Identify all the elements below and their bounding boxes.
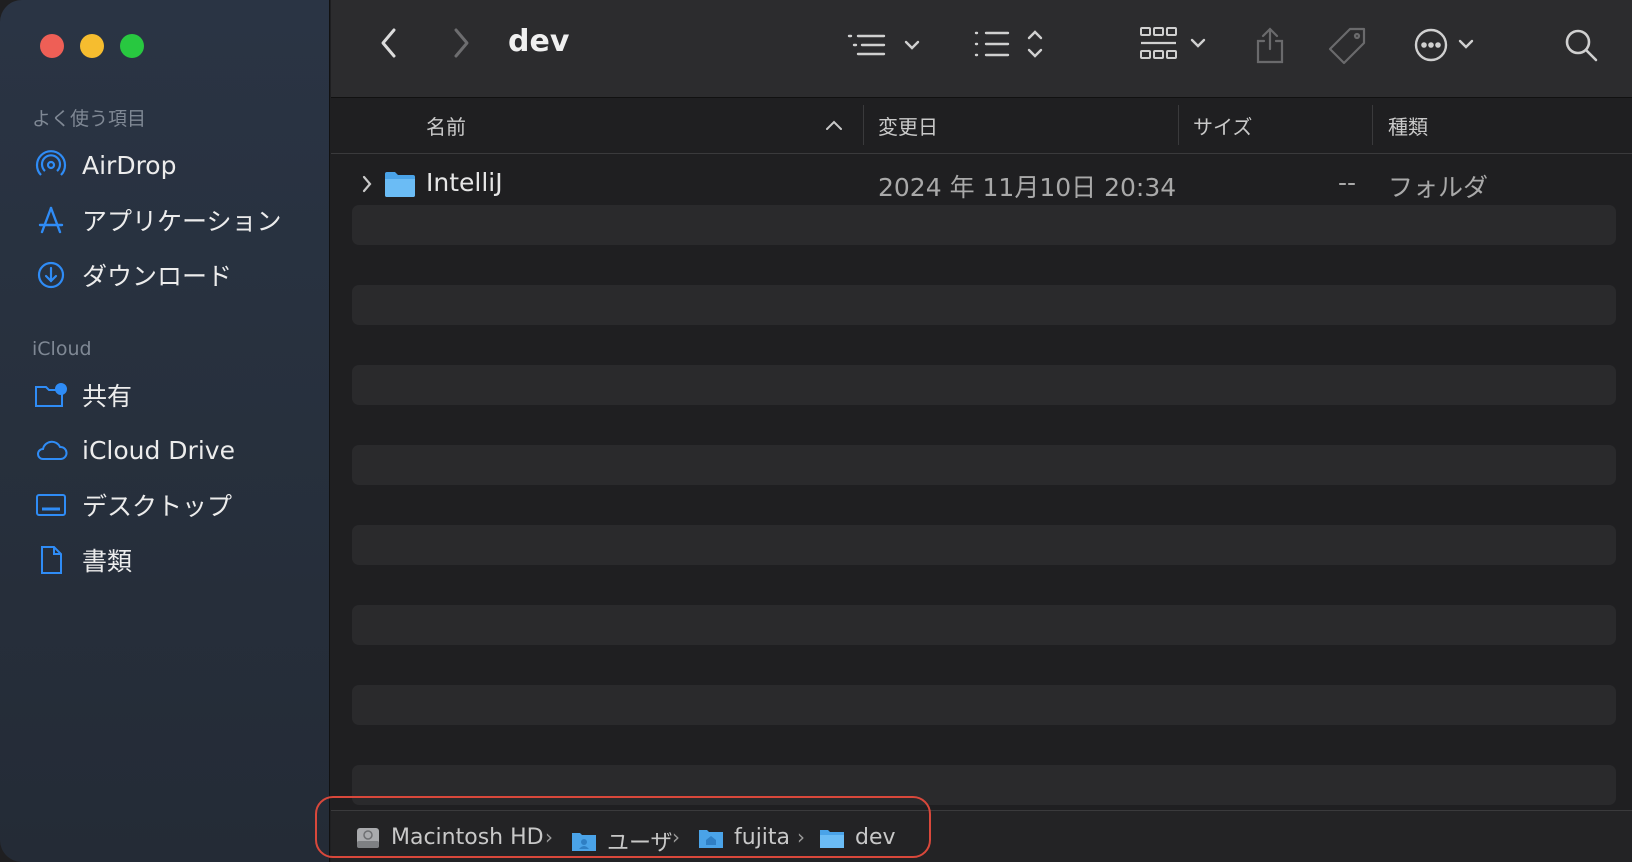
sort-ascending-icon[interactable] (825, 119, 843, 131)
window-title: dev (508, 24, 570, 59)
column-size-header[interactable]: サイズ (1193, 111, 1252, 140)
window-controls (40, 34, 144, 58)
chevron-right-icon (454, 28, 469, 58)
sidebar-item-shared[interactable]: 共有 (34, 375, 132, 415)
group-by-button[interactable] (846, 28, 926, 62)
column-kind-header[interactable]: 種類 (1388, 111, 1428, 140)
ellipsis-circle-icon (1414, 28, 1474, 62)
column-name-header[interactable]: 名前 (426, 111, 466, 140)
cloud-icon (34, 433, 68, 467)
column-modified-header[interactable]: 変更日 (878, 111, 938, 140)
sidebar-item-desktop[interactable]: デスクトップ (34, 485, 232, 525)
airdrop-icon (34, 148, 68, 182)
sidebar-item-label: iCloud Drive (82, 435, 235, 465)
empty-row (352, 525, 1616, 565)
search-icon (1565, 29, 1598, 62)
desktop-icon (34, 488, 68, 522)
sidebar-item-airdrop[interactable]: AirDrop (34, 145, 176, 185)
applications-icon (34, 203, 68, 237)
minimize-button[interactable] (80, 34, 104, 58)
sidebar-item-label: デスクトップ (82, 492, 233, 521)
empty-row (352, 445, 1616, 485)
empty-row (352, 285, 1616, 325)
download-icon (34, 258, 68, 292)
icloud-section-title: iCloud (32, 338, 92, 360)
shared-folder-icon (34, 378, 68, 412)
table-row[interactable]: IntelliJ 2024 年 11月10日 20:34 -- フォルダ (352, 164, 1616, 204)
disclosure-chevron-icon[interactable] (361, 174, 373, 194)
search-button[interactable] (1562, 26, 1600, 64)
icon-grid-button[interactable] (1138, 24, 1210, 64)
back-button[interactable] (372, 26, 406, 60)
sidebar-item-applications[interactable]: アプリケーション (34, 200, 282, 240)
share-button[interactable] (1252, 24, 1288, 66)
share-icon (1256, 27, 1284, 64)
view-options-button[interactable] (972, 26, 1050, 62)
folder-icon (385, 172, 415, 197)
sidebar-item-documents[interactable]: 書類 (34, 540, 132, 580)
chevron-left-icon (381, 28, 396, 58)
file-kind: フォルダ (1388, 173, 1489, 202)
empty-row (352, 365, 1616, 405)
grid-view-icon (1140, 27, 1206, 59)
group-list-icon (847, 34, 920, 56)
empty-row (352, 685, 1616, 725)
column-header: 名前 変更日 サイズ 種類 (331, 99, 1632, 154)
column-divider[interactable] (1372, 105, 1373, 145)
file-size: -- (1338, 168, 1357, 197)
sidebar-item-label: 共有 (82, 382, 133, 411)
document-icon (34, 543, 68, 577)
close-button[interactable] (40, 34, 64, 58)
path-bar-highlight (315, 796, 931, 858)
column-divider[interactable] (863, 105, 864, 145)
sidebar-item-downloads[interactable]: ダウンロード (34, 255, 232, 295)
file-name: IntelliJ (426, 168, 503, 197)
file-modified: 2024 年 11月10日 20:34 (878, 173, 1177, 202)
sidebar-item-icloud-drive[interactable]: iCloud Drive (34, 430, 235, 470)
more-actions-button[interactable] (1412, 26, 1482, 64)
sidebar-item-label: アプリケーション (82, 207, 282, 236)
sidebar-item-label: AirDrop (82, 150, 177, 180)
empty-row (352, 205, 1616, 245)
sidebar-item-label: 書類 (82, 547, 133, 576)
tags-button[interactable] (1328, 24, 1368, 66)
forward-button[interactable] (444, 26, 478, 60)
column-divider[interactable] (1178, 105, 1179, 145)
sidebar: よく使う項目 AirDrop アプリケーション ダウンロード iCloud 共有… (0, 0, 330, 862)
zoom-button[interactable] (120, 34, 144, 58)
favorites-section-title: よく使う項目 (32, 108, 147, 130)
sidebar-item-label: ダウンロード (82, 262, 233, 291)
list-view-icon (974, 30, 1043, 58)
tag-icon (1328, 27, 1366, 65)
empty-row (352, 605, 1616, 645)
